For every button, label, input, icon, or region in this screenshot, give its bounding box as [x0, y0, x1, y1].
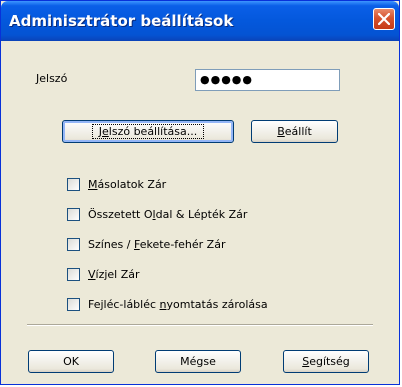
password-field[interactable]: ●●●●● [195, 69, 340, 91]
checkbox[interactable] [67, 178, 80, 191]
window-title: Adminisztrátor beállítások [9, 12, 234, 30]
set-password-button[interactable]: Jelszó beállítása... [62, 120, 234, 143]
checkbox-label: Vízjel Zár [88, 268, 140, 281]
checkbox-label: Másolatok Zár [88, 178, 167, 191]
checkbox[interactable] [67, 238, 80, 251]
title-bar[interactable]: Adminisztrátor beállítások [1, 1, 399, 41]
password-label: Jelszó [36, 72, 68, 85]
checkbox-label: Fejléc-lábléc nyomtatás zárolása [88, 298, 268, 311]
checkbox-label: Színes / Fekete-fehér Zár [88, 238, 226, 251]
cancel-button[interactable]: Mégse [155, 350, 241, 373]
checkbox[interactable] [67, 208, 80, 221]
checkbox[interactable] [67, 298, 80, 311]
close-icon [378, 13, 390, 25]
help-button[interactable]: Segítség [283, 350, 369, 373]
dialog-body: Jelszó ●●●●● Jelszó beállítása... Beállí… [4, 41, 396, 381]
ok-button[interactable]: OK [28, 350, 114, 373]
close-button[interactable] [373, 8, 395, 30]
separator [27, 324, 373, 326]
checkbox-label: Összetett Oldal & Lépték Zár [88, 208, 248, 221]
apply-button[interactable]: Beállít [251, 120, 338, 143]
checkbox[interactable] [67, 268, 80, 281]
admin-settings-dialog: Adminisztrátor beállítások Jelszó ●●●●● … [0, 0, 400, 385]
